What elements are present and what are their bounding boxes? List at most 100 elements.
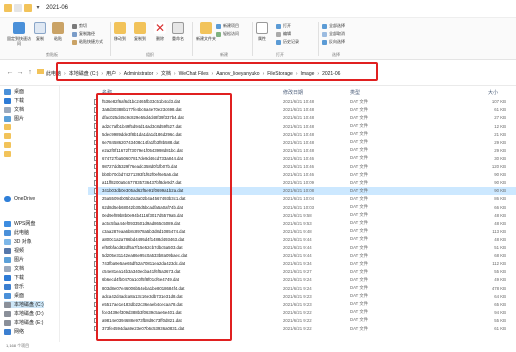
copy-path-button[interactable]: 复制路径: [72, 31, 95, 37]
sidebar-item-folder[interactable]: [4, 151, 14, 157]
picture-icon: [4, 256, 11, 263]
select-none-button[interactable]: 全部取消: [322, 31, 345, 37]
pin-quick-access-button[interactable]: 固定到快速访问: [6, 22, 32, 46]
invert-selection-button[interactable]: 反向选择: [322, 39, 345, 45]
folder-icon: [4, 124, 11, 130]
history-button[interactable]: 历史记录: [276, 39, 299, 45]
file-type: DAT 文件: [350, 309, 368, 315]
sidebar-item-downloads[interactable]: 下载: [4, 97, 24, 104]
sidebar-item-desktop[interactable]: 桌面: [4, 292, 24, 299]
open-icon: [276, 23, 281, 29]
sidebar-item-music[interactable]: 音乐: [4, 283, 24, 290]
history-icon: [276, 39, 281, 45]
desktop-icon: [4, 292, 11, 299]
new-item-button[interactable]: 新建项目: [216, 23, 239, 29]
sidebar-item-folder[interactable]: [4, 124, 14, 130]
sidebar-item-drive-d[interactable]: 本地磁盘 (D:): [4, 310, 44, 317]
copy-to-button[interactable]: 复制到: [134, 22, 146, 42]
sidebar-item-drive-e[interactable]: 本地磁盘 (E:): [4, 319, 43, 326]
file-date: 2021/6/21 9:44: [283, 245, 312, 251]
move-icon: [114, 22, 126, 34]
paste-button[interactable]: 粘贴: [52, 22, 64, 42]
sidebar-item-videos[interactable]: 视频: [4, 247, 24, 254]
file-type: DAT 文件: [350, 293, 368, 299]
cut-button[interactable]: 剪切: [72, 23, 87, 29]
group-organize-label: 组织: [146, 52, 154, 57]
paste-shortcut-button[interactable]: 粘贴快捷方式: [72, 39, 103, 45]
edit-button[interactable]: 编辑: [276, 31, 291, 37]
file-size: 120 KB: [491, 164, 506, 170]
sidebar-item-wps[interactable]: WPS网盘: [4, 220, 35, 227]
sidebar-item-label: 3D 对象: [14, 239, 32, 245]
sidebar-item-this-pc[interactable]: 此电脑: [4, 229, 29, 236]
sidebar-item-drive-c[interactable]: 本地磁盘 (C:): [4, 301, 44, 308]
invert-selection-icon: [322, 39, 327, 45]
window-title: 2021-06: [46, 5, 69, 11]
rename-button[interactable]: 重命名: [172, 22, 184, 42]
sidebar-item-label: 桌面: [14, 293, 25, 299]
file-type: DAT 文件: [350, 123, 368, 129]
folder-icon: [36, 69, 44, 77]
file-type: DAT 文件: [350, 163, 368, 169]
sidebar-item-onedrive[interactable]: OneDrive: [4, 196, 35, 202]
file-type: DAT 文件: [350, 244, 368, 250]
file-size: 65 KB: [494, 301, 506, 307]
sidebar-item-pictures[interactable]: 图片: [4, 115, 24, 122]
file-size: 107 KB: [491, 99, 506, 105]
file-date: 2021/6/21 10:48: [283, 123, 315, 129]
file-date: 2021/6/21 9:27: [283, 269, 312, 275]
select-all-button[interactable]: 全部选择: [322, 23, 345, 29]
forward-button[interactable]: →: [16, 69, 24, 77]
file-date: 2021/6/21 9:44: [283, 253, 312, 259]
file-type: DAT 文件: [350, 106, 368, 112]
ribbon: 固定到快速访问 复制 粘贴 剪切 复制路径 粘贴快捷方式 剪贴板 移动到 复制到…: [0, 18, 516, 60]
file-date: 2021/6/21 10:03: [283, 204, 315, 210]
rename-icon: [172, 22, 184, 34]
sidebar-item-label: 文档: [14, 107, 25, 113]
file-size: 48 KB: [494, 236, 506, 242]
download-icon: [4, 274, 11, 281]
column-header-size[interactable]: 大小: [488, 89, 498, 96]
file-date: 2021/6/21 10:08: [283, 188, 315, 194]
properties-icon[interactable]: [14, 4, 22, 12]
file-type: DAT 文件: [350, 195, 368, 201]
copy-button[interactable]: 复制: [34, 22, 46, 42]
sidebar-item-label: 下载: [14, 275, 25, 281]
new-folder-icon[interactable]: [24, 4, 32, 12]
ribbon-divider: [252, 22, 253, 56]
easy-access-button[interactable]: 轻松访问: [216, 31, 239, 37]
new-item-icon: [216, 23, 221, 29]
sidebar-item-pictures[interactable]: 图片: [4, 256, 24, 263]
back-button[interactable]: ←: [6, 69, 14, 77]
ribbon-divider: [318, 22, 319, 56]
file-size: 64 KB: [494, 293, 506, 299]
file-size: 90 KB: [494, 188, 506, 194]
column-header-date[interactable]: 修改日期: [283, 89, 303, 96]
sidebar-item-folder[interactable]: [4, 142, 14, 148]
sidebar-item-documents[interactable]: 文档: [4, 265, 24, 272]
edit-label: 编辑: [283, 31, 291, 36]
sidebar-item-downloads[interactable]: 下载: [4, 274, 24, 281]
chevron-down-icon[interactable]: ▾: [34, 4, 42, 12]
folder-icon: [4, 142, 11, 148]
sidebar-item-desktop[interactable]: 桌面: [4, 88, 24, 95]
sidebar-item-network[interactable]: 网络: [4, 328, 24, 335]
move-to-button[interactable]: 移动到: [114, 22, 126, 42]
sidebar-item-documents[interactable]: 文档: [4, 106, 24, 113]
delete-button[interactable]: ✕ 删除: [154, 22, 166, 42]
open-label: 打开: [283, 23, 291, 28]
properties-button[interactable]: 属性: [256, 22, 268, 42]
folder-icon[interactable]: [4, 4, 12, 12]
open-button[interactable]: 打开: [276, 23, 291, 29]
sidebar-item-folder[interactable]: [4, 133, 14, 139]
properties-icon: [256, 22, 268, 34]
picture-icon: [4, 115, 11, 122]
rename-label: 重命名: [172, 36, 184, 41]
up-button[interactable]: ↑: [26, 69, 34, 77]
desktop-icon: [4, 88, 11, 95]
column-header-type[interactable]: 类型: [350, 89, 360, 96]
sidebar-item-3d-objects[interactable]: 3D 对象: [4, 238, 32, 245]
new-folder-button[interactable]: 新建文件夹: [196, 22, 216, 42]
cut-label: 剪切: [79, 23, 87, 28]
file-size: 94 KB: [494, 309, 506, 315]
